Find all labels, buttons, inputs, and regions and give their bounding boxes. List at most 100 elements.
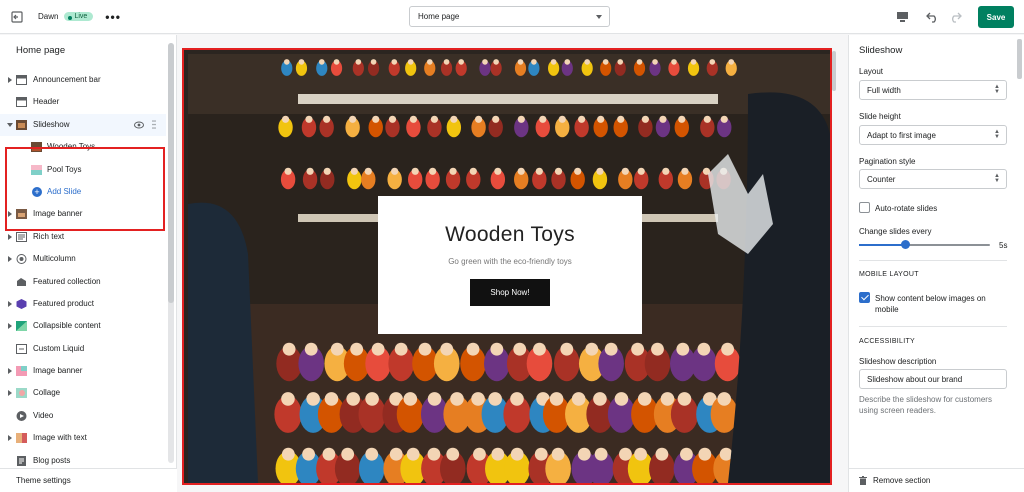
header-icon: [16, 97, 27, 108]
doll-face: [443, 59, 450, 65]
doll-face: [474, 115, 483, 123]
drag-handle-icon[interactable]: [152, 119, 156, 129]
slideshow-preview-frame[interactable]: Wooden Toys Go green with the eco-friend…: [182, 48, 832, 485]
chevron-down-icon[interactable]: [7, 122, 13, 127]
chevron-right-icon[interactable]: [8, 435, 12, 442]
slide-pool-toys[interactable]: Pool Toys: [0, 159, 166, 181]
section-featured-product[interactable]: Featured product: [0, 293, 166, 315]
doll-face: [324, 392, 339, 406]
layout-select[interactable]: Full width ▲ ▼: [859, 80, 1007, 100]
doll-face: [535, 167, 543, 175]
doll-face: [621, 167, 629, 175]
settings-scrollbar[interactable]: [1017, 39, 1022, 79]
more-actions-button[interactable]: •••: [105, 10, 121, 24]
slider-fill: [859, 244, 905, 246]
autorotate-checkbox[interactable]: [859, 202, 870, 213]
chevron-right-icon[interactable]: [8, 390, 12, 397]
doll-face: [427, 447, 441, 461]
chevron-right-icon[interactable]: [8, 368, 12, 375]
chevron-right-icon[interactable]: [8, 211, 12, 218]
section-slideshow[interactable]: Slideshow: [0, 113, 166, 137]
doll-face: [409, 115, 418, 123]
section-header[interactable]: Header: [0, 91, 166, 113]
chevron-right-icon[interactable]: [8, 256, 12, 263]
undo-icon[interactable]: [924, 8, 942, 26]
doll-face: [637, 167, 645, 175]
doll-face: [655, 447, 669, 461]
scrollbar-thumb[interactable]: [832, 51, 836, 91]
section-featured-collection[interactable]: Featured collection: [0, 271, 166, 293]
section-label: Featured collection: [33, 276, 101, 286]
change-slides-slider[interactable]: [859, 240, 990, 249]
doll-face: [721, 342, 734, 356]
doll-face: [440, 342, 454, 356]
shop-now-button[interactable]: Shop Now!: [470, 279, 550, 306]
doll-face: [450, 392, 464, 406]
pagination-select[interactable]: Counter ▲ ▼: [859, 169, 1007, 189]
collection-icon: [17, 277, 26, 286]
section-video[interactable]: Video: [0, 405, 166, 427]
preview-scrollbar[interactable]: [831, 51, 837, 481]
doll-face: [602, 59, 609, 65]
sections-sidebar: Home page Announcement bar Header Slides…: [0, 35, 177, 492]
doll-face: [574, 167, 582, 175]
doll-face: [302, 447, 315, 461]
add-slide-button[interactable]: + Add Slide: [0, 181, 166, 203]
scrollbar-thumb[interactable]: [168, 43, 174, 303]
doll-face: [614, 392, 629, 406]
doll-face: [637, 392, 652, 406]
save-button[interactable]: Save: [978, 6, 1014, 28]
chevron-right-icon[interactable]: [8, 233, 12, 240]
section-collage[interactable]: Collage: [0, 382, 166, 404]
chevron-right-icon[interactable]: [8, 323, 12, 330]
slide-height-select[interactable]: Adapt to first image ▲ ▼: [859, 125, 1007, 145]
redo-icon[interactable]: [946, 8, 964, 26]
slideshow-description-input[interactable]: Slideshow about our brand: [859, 369, 1007, 389]
section-rich-text[interactable]: Rich text: [0, 226, 166, 248]
sidebar-scrollbar[interactable]: [168, 43, 174, 463]
doll-face: [659, 115, 667, 123]
doll-face: [584, 59, 590, 65]
slide-wooden-toys[interactable]: Wooden Toys: [0, 136, 166, 158]
doll-face: [594, 447, 608, 461]
remove-section-button[interactable]: Remove section: [849, 468, 1024, 492]
doll-face: [634, 447, 647, 461]
slider-thumb[interactable]: [900, 240, 910, 249]
theme-settings-button[interactable]: Theme settings: [0, 468, 177, 492]
doll-face: [560, 342, 574, 356]
section-label: Image banner: [33, 366, 83, 376]
page-select[interactable]: Home page: [409, 6, 610, 27]
doll-face: [698, 447, 712, 461]
doll-face: [323, 115, 331, 123]
doll-face: [680, 447, 693, 461]
section-image-banner[interactable]: Image banner: [0, 203, 166, 225]
doll-face: [450, 115, 458, 123]
exit-icon[interactable]: [8, 8, 26, 26]
section-announcement-bar[interactable]: Announcement bar: [0, 69, 166, 91]
section-image-banner-2[interactable]: Image banner: [0, 360, 166, 382]
section-label: Custom Liquid: [33, 343, 85, 353]
section-multicolumn[interactable]: Multicolumn: [0, 248, 166, 270]
doll-face: [355, 59, 362, 65]
settings-title: Slideshow: [859, 45, 903, 56]
doll-face: [513, 342, 527, 356]
section-custom-liquid[interactable]: Custom Liquid: [0, 338, 166, 360]
doll-face: [531, 59, 537, 65]
autorotate-label: Auto-rotate slides: [875, 204, 938, 213]
doll-face: [306, 392, 320, 406]
section-collapsible-content[interactable]: Collapsible content: [0, 315, 166, 337]
doll-face: [681, 167, 689, 175]
desktop-preview-icon[interactable]: [893, 8, 911, 26]
doll-face: [466, 342, 480, 356]
section-label: Slideshow: [33, 119, 70, 129]
eye-icon[interactable]: [134, 121, 144, 129]
chevron-right-icon[interactable]: [8, 77, 12, 83]
section-label: Video: [33, 410, 54, 420]
trash-icon: [859, 476, 867, 485]
doll-face: [304, 342, 318, 356]
mobile-content-checkbox[interactable]: [859, 292, 870, 303]
section-image-with-text[interactable]: Image with text: [0, 427, 166, 449]
doll-face: [662, 167, 670, 175]
doll-face: [281, 115, 290, 123]
chevron-right-icon[interactable]: [8, 300, 12, 307]
